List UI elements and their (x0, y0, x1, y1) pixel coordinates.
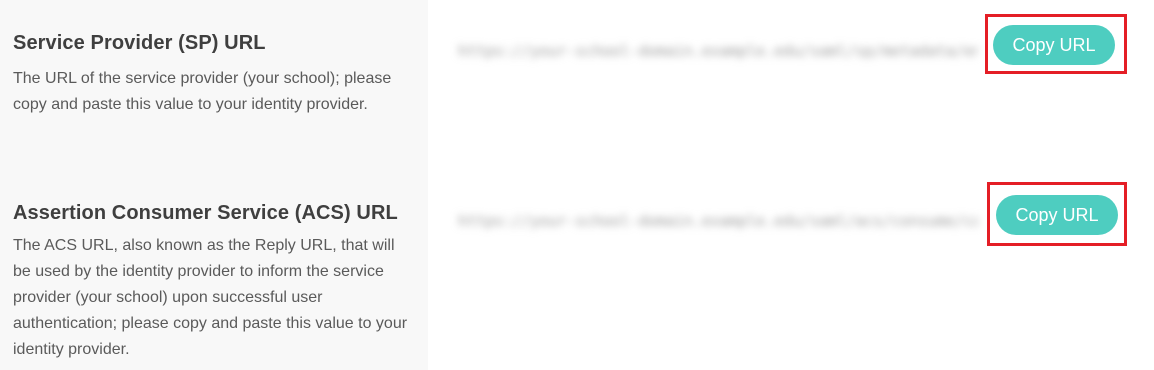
sp-url-description: The URL of the service provider (your sc… (13, 70, 392, 113)
acs-url-title: Assertion Consumer Service (ACS) URL (13, 202, 398, 224)
acs-url-description: The ACS URL, also known as the Reply URL… (13, 237, 408, 358)
sp-url-value: https://your-school-domain.example.edu/s… (458, 42, 978, 60)
sp-copy-url-button[interactable]: Copy URL (993, 25, 1115, 65)
saml-settings-page: Service Provider (SP) URL The URL of the… (0, 0, 1154, 370)
acs-copy-url-button[interactable]: Copy URL (996, 195, 1118, 235)
acs-url-value: https://your-school-domain.example.edu/s… (458, 212, 978, 230)
sp-url-title: Service Provider (SP) URL (13, 32, 266, 54)
